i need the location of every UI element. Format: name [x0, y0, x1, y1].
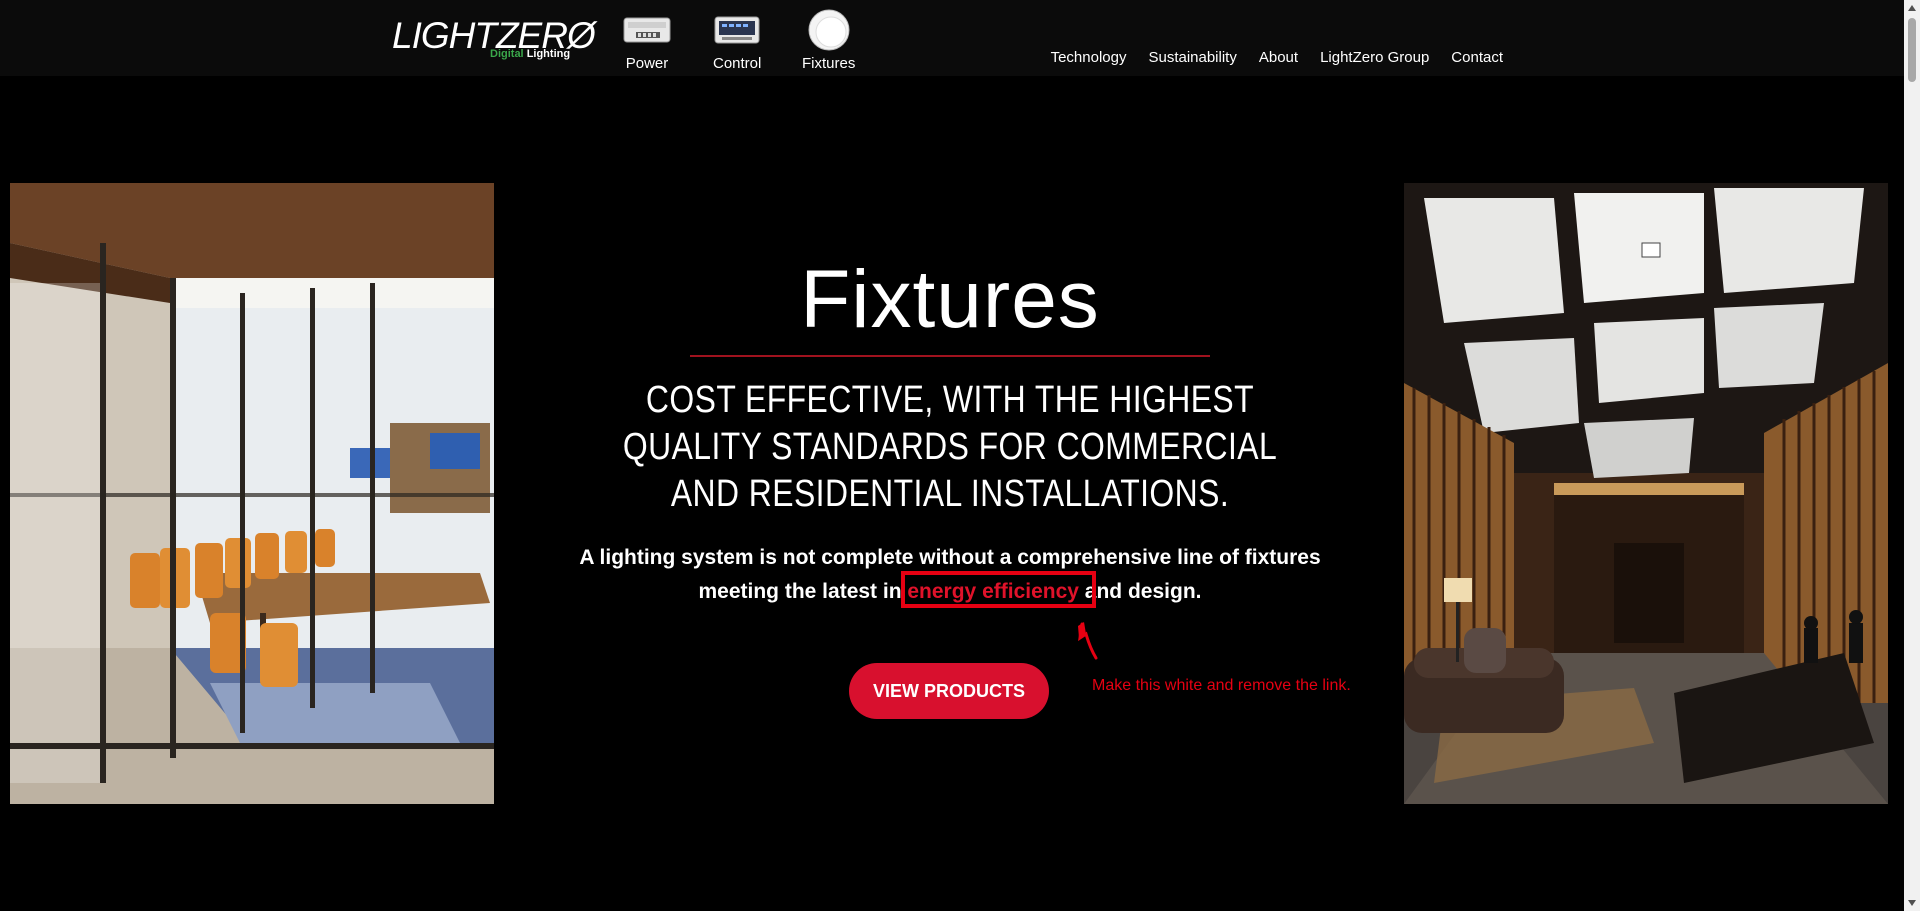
- nav-about[interactable]: About: [1259, 49, 1298, 66]
- site-header: LIGHTZERØ Digital Lighting Power Control…: [0, 0, 1904, 76]
- hero-title: Fixtures: [800, 254, 1100, 345]
- title-divider: [690, 355, 1210, 357]
- logo-tagline: Digital Lighting: [490, 48, 570, 60]
- conference-room-photo: [10, 183, 494, 804]
- scroll-up-arrow-icon[interactable]: [1904, 0, 1920, 16]
- nav-technology[interactable]: Technology: [1051, 49, 1127, 66]
- power-supply-icon: [622, 8, 672, 52]
- hero-subtitle: COST EFFECTIVE, WITH THE HIGHEST QUALITY…: [622, 379, 1278, 515]
- annotation-note: Make this white and remove the link.: [1092, 677, 1351, 694]
- hotel-lobby-photo: [1404, 183, 1888, 804]
- nav-lightzero-group[interactable]: LightZero Group: [1320, 49, 1429, 66]
- nav-fixtures[interactable]: Fixtures: [802, 8, 855, 72]
- nav-sustainability[interactable]: Sustainability: [1148, 49, 1236, 66]
- main-nav: Technology Sustainability About LightZer…: [1051, 49, 1503, 66]
- nav-power[interactable]: Power: [622, 8, 672, 72]
- logo-tagline-digital: Digital: [490, 48, 524, 60]
- page-scrollbar[interactable]: [1904, 0, 1920, 911]
- nav-control-label: Control: [713, 55, 762, 72]
- nav-power-label: Power: [625, 55, 669, 72]
- annotation-highlight-box: [901, 571, 1096, 608]
- nav-contact[interactable]: Contact: [1451, 49, 1503, 66]
- nav-fixtures-label: Fixtures: [802, 55, 856, 72]
- logo[interactable]: LIGHTZERØ Digital Lighting: [392, 16, 596, 64]
- control-panel-icon: [713, 8, 761, 52]
- scroll-down-arrow-icon[interactable]: [1904, 895, 1920, 911]
- annotation-arrow-icon: [1078, 622, 1102, 667]
- fixture-disc-icon: [806, 8, 852, 52]
- view-products-button[interactable]: VIEW PRODUCTS: [849, 663, 1049, 719]
- scroll-thumb[interactable]: [1908, 18, 1916, 82]
- hero-description-end: and design.: [1078, 580, 1202, 603]
- logo-tagline-lighting: Lighting: [526, 48, 571, 60]
- nav-control[interactable]: Control: [713, 8, 761, 72]
